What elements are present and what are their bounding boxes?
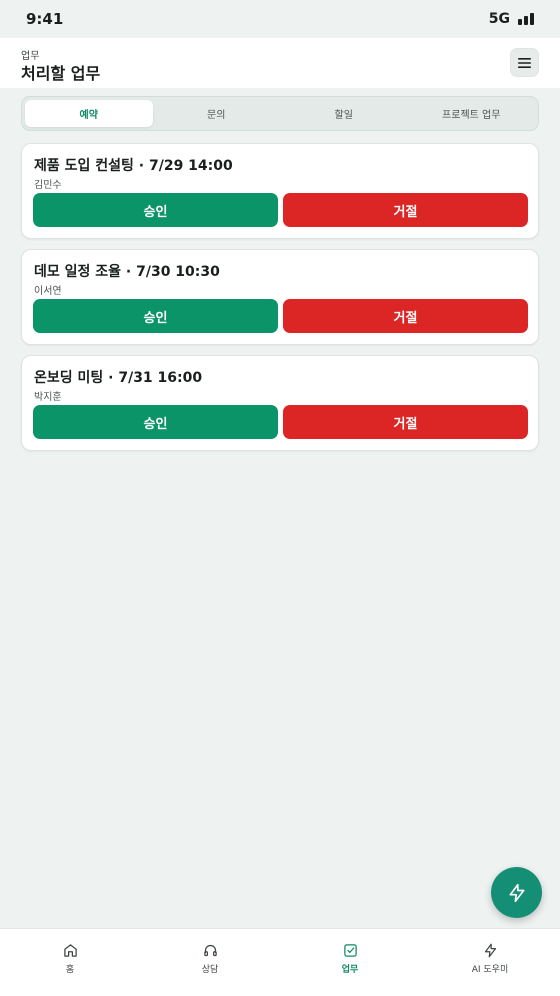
task-card: 제품 도입 컨설팅 · 7/29 14:00 김민수 승인 거절 [21,143,539,239]
nav-item-consult[interactable]: 상담 [140,929,280,996]
task-card-title: 온보딩 미팅 · 7/31 16:00 [34,370,203,386]
approve-button[interactable]: 승인 [33,299,278,333]
reject-button[interactable]: 거절 [283,193,528,227]
bottom-nav: 홈 상담 업무 AI 도우미 [0,928,560,996]
task-card-title: 데모 일정 조율 · 7/30 10:30 [34,264,220,280]
tab-todo[interactable]: 할일 [280,100,408,127]
task-card-person: 김민수 [34,180,62,191]
tab-project-task[interactable]: 프로젝트 업무 [408,100,536,127]
tab-reservation[interactable]: 예약 [25,100,153,127]
page-title: 처리할 업무 [21,64,101,83]
status-indicators: 5G [489,11,534,27]
nav-label: 업무 [341,965,359,975]
task-card: 데모 일정 조율 · 7/30 10:30 이서연 승인 거절 [21,249,539,345]
task-tabs: 예약 문의 할일 프로젝트 업무 [21,96,539,131]
reject-button[interactable]: 거절 [283,405,528,439]
signal-icon [518,13,534,25]
nav-label: AI 도우미 [471,965,509,975]
approve-button[interactable]: 승인 [33,405,278,439]
task-card-person: 박지훈 [34,392,62,403]
app-header: 업무 처리할 업무 [0,38,560,88]
tab-inquiry[interactable]: 문의 [153,100,281,127]
task-card-title: 제품 도입 컨설팅 · 7/29 14:00 [34,158,233,174]
home-icon [62,942,78,958]
task-card-person: 이서연 [34,286,62,297]
network-label: 5G [488,11,510,27]
status-time: 9:41 [26,10,64,28]
lightning-icon [509,883,524,902]
status-bar: 9:41 5G [0,0,560,38]
nav-label: 상담 [201,965,219,975]
nav-item-home[interactable]: 홈 [0,929,140,996]
task-check-icon [342,942,358,958]
nav-item-ai-assistant[interactable]: AI 도우미 [420,929,560,996]
approve-button[interactable]: 승인 [33,193,278,227]
app-screen: 9:41 5G 업무 처리할 업무 예약 문의 할일 프로젝트 업무 제품 도입… [0,0,560,996]
headphones-icon [202,942,218,958]
ai-assistant-fab[interactable] [491,867,542,918]
menu-button[interactable] [510,48,539,77]
nav-item-tasks[interactable]: 업무 [280,929,420,996]
lightning-icon [482,942,498,958]
nav-label: 홈 [65,965,75,975]
task-card: 온보딩 미팅 · 7/31 16:00 박지훈 승인 거절 [21,355,539,451]
menu-icon [518,57,531,68]
reject-button[interactable]: 거절 [283,299,528,333]
